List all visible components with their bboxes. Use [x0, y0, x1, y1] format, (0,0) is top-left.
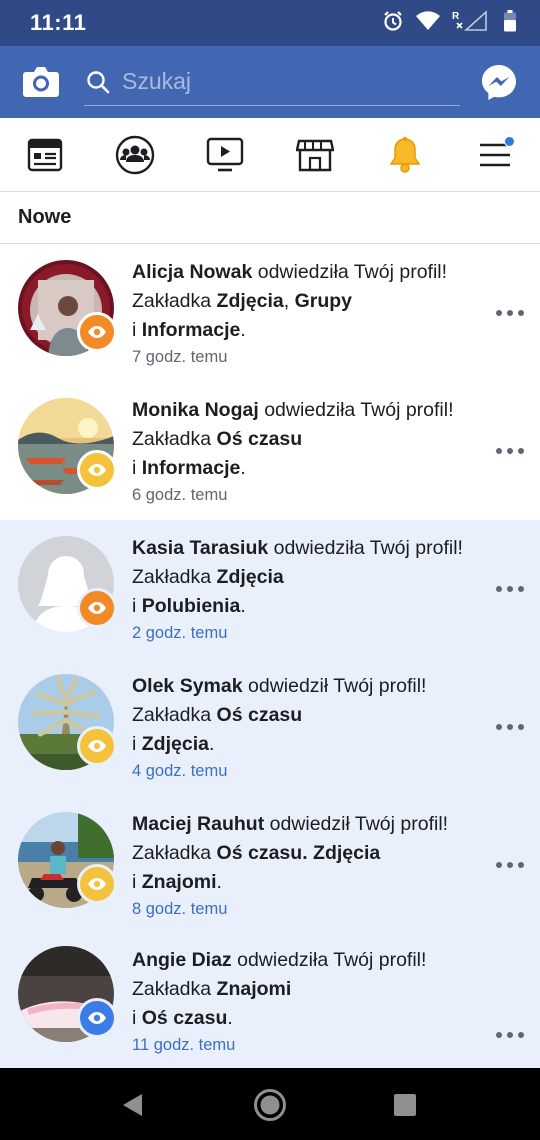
notification-item[interactable]: Maciej Rauhut odwiedził Twój profil! Zak…: [0, 796, 540, 934]
search-bar[interactable]: [84, 56, 460, 106]
notification-time: 8 godz. temu: [132, 900, 228, 918]
notification-time: 4 godz. temu: [132, 762, 228, 780]
notification-text: Monika Nogaj odwiedziła Twój profil! Zak…: [132, 399, 454, 479]
news-feed-icon: [27, 138, 63, 172]
more-button[interactable]: [496, 720, 524, 734]
notification-item[interactable]: Kasia Tarasiuk odwiedziła Twój profil! Z…: [0, 520, 540, 658]
menu-notification-dot: [504, 136, 515, 147]
more-icon: [496, 724, 502, 730]
back-button[interactable]: [116, 1088, 150, 1122]
search-input[interactable]: [122, 64, 452, 98]
notification-text: Maciej Rauhut odwiedził Twój profil! Zak…: [132, 813, 449, 893]
more-icon: [496, 310, 502, 316]
status-time: 11:11: [30, 10, 87, 35]
camera-button[interactable]: [22, 64, 60, 100]
tab-news-feed[interactable]: [23, 134, 67, 176]
more-button[interactable]: [496, 858, 524, 872]
screen: 11:11 R Szukaj Nowe Alicja Nowak odwiedz…: [0, 0, 540, 1140]
tab-bar: [0, 118, 540, 192]
battery-icon: [504, 10, 516, 32]
notification-item[interactable]: Monika Nogaj odwiedziła Twój profil! Zak…: [0, 382, 540, 520]
notification-item[interactable]: Olek Symak odwiedził Twój profil! Zakład…: [0, 658, 540, 796]
wifi-icon: [416, 11, 440, 30]
eye-icon: [88, 878, 106, 890]
section-header: Nowe: [0, 192, 540, 244]
notification-text: Angie Diaz odwiedziła Twój profil! Zakła…: [132, 949, 427, 1029]
system-nav-bar: [0, 1068, 540, 1140]
notification-item[interactable]: Angie Diaz odwiedziła Twój profil! Zakła…: [0, 934, 540, 1068]
recents-button[interactable]: [388, 1088, 422, 1122]
status-icons: R: [382, 10, 516, 32]
header: [0, 46, 540, 118]
badge: [77, 450, 117, 490]
more-button[interactable]: [496, 582, 524, 596]
notification-time: 2 godz. temu: [132, 624, 228, 642]
status-bar: 11:11 R: [0, 0, 540, 46]
notification-time: 7 godz. temu: [132, 348, 228, 366]
home-button[interactable]: [253, 1088, 287, 1122]
eye-icon: [88, 1012, 106, 1024]
svg-text:R: R: [452, 11, 460, 22]
alarm-icon: [384, 11, 402, 31]
search-icon: [87, 71, 110, 94]
tab-watch[interactable]: [203, 134, 247, 176]
more-icon: [496, 586, 502, 592]
notification-time: 11 godz. temu: [132, 1036, 236, 1054]
badge: [77, 864, 117, 904]
tab-groups[interactable]: [113, 134, 157, 176]
marketplace-icon: [296, 139, 334, 172]
more-icon: [496, 862, 502, 868]
more-button[interactable]: [496, 1028, 524, 1042]
tab-menu[interactable]: [473, 134, 517, 176]
groups-icon: [115, 135, 155, 175]
recents-icon: [394, 1094, 416, 1116]
notification-text: Kasia Tarasiuk odwiedziła Twój profil! Z…: [132, 537, 463, 617]
tab-marketplace[interactable]: [293, 134, 337, 176]
eye-icon: [88, 464, 106, 476]
tab-notifications[interactable]: [383, 134, 427, 176]
more-icon: [496, 448, 502, 454]
badge: [77, 726, 117, 766]
notification-list: Alicja Nowak odwiedziła Twój profil! Zak…: [0, 244, 540, 1068]
bell-icon: [389, 137, 421, 173]
more-button[interactable]: [496, 444, 524, 458]
badge: [77, 588, 117, 628]
notification-item[interactable]: Alicja Nowak odwiedziła Twój profil! Zak…: [0, 244, 540, 382]
more-icon: [496, 1032, 502, 1038]
notification-text: Alicja Nowak odwiedziła Twój profil! Zak…: [132, 261, 448, 341]
messenger-button[interactable]: [480, 63, 518, 101]
signal-icon: R: [452, 10, 487, 31]
messenger-icon: [482, 65, 516, 100]
camera-icon: [23, 67, 59, 97]
notification-time: 6 godz. temu: [132, 486, 228, 504]
back-icon: [123, 1094, 142, 1116]
more-button[interactable]: [496, 306, 524, 320]
section-title: Nowe: [18, 206, 72, 228]
eye-icon: [88, 602, 106, 614]
eye-icon: [88, 326, 106, 338]
watch-icon: [206, 137, 244, 172]
home-icon: [254, 1089, 286, 1121]
badge: [77, 312, 117, 352]
notification-text: Olek Symak odwiedził Twój profil! Zakład…: [132, 675, 427, 755]
eye-icon: [88, 740, 106, 752]
badge: [77, 998, 117, 1038]
